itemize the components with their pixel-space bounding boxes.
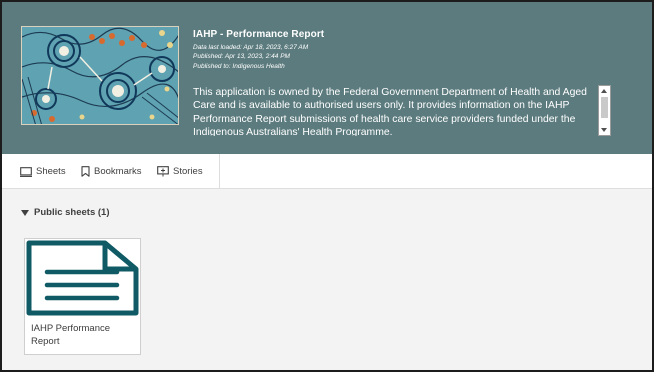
tab-bookmarks-label: Bookmarks bbox=[94, 166, 142, 177]
sheet-card-label: IAHP Performance Report bbox=[31, 323, 111, 347]
description-scrollbar[interactable] bbox=[598, 85, 611, 136]
app-description: This application is owned by the Federal… bbox=[193, 87, 587, 136]
aboriginal-art-thumbnail-image bbox=[22, 27, 178, 124]
published-to: Published to: Indigenous Health bbox=[193, 62, 285, 70]
stories-icon bbox=[157, 166, 169, 177]
scroll-down-icon[interactable] bbox=[601, 128, 607, 132]
tab-sheets-label: Sheets bbox=[36, 166, 66, 177]
app-header: IAHP - Performance Report Data last load… bbox=[2, 2, 652, 154]
bookmark-icon bbox=[81, 166, 90, 177]
tab-bookmarks[interactable]: Bookmarks bbox=[81, 154, 142, 189]
scrollbar-thumb[interactable] bbox=[601, 97, 608, 118]
data-last-loaded: Data last loaded: Apr 18, 2023, 6:27 AM bbox=[193, 44, 309, 51]
app-meta: IAHP - Performance Report Data last load… bbox=[193, 29, 605, 71]
caret-down-icon[interactable] bbox=[21, 209, 29, 216]
published-date: Published: Apr 13, 2023, 2:44 PM bbox=[193, 53, 290, 61]
sheets-icon bbox=[20, 166, 32, 177]
asset-tabs-toolbar: Sheets Bookmarks Stories bbox=[2, 154, 652, 189]
scroll-up-icon[interactable] bbox=[601, 89, 607, 93]
app-window: IAHP - Performance Report Data last load… bbox=[0, 0, 654, 372]
tab-stories[interactable]: Stories bbox=[157, 154, 203, 189]
sheet-document-icon bbox=[26, 240, 139, 316]
tab-sheets[interactable]: Sheets bbox=[20, 154, 66, 189]
public-sheets-title: Public sheets (1) bbox=[34, 207, 110, 218]
app-thumbnail bbox=[21, 26, 179, 125]
tab-stories-label: Stories bbox=[173, 166, 203, 177]
toolbar-divider bbox=[219, 154, 220, 189]
app-description-container[interactable]: This application is owned by the Federal… bbox=[193, 86, 613, 136]
public-sheets-header[interactable]: Public sheets (1) bbox=[21, 207, 110, 218]
sheet-card[interactable]: IAHP Performance Report bbox=[24, 238, 141, 355]
app-title: IAHP - Performance Report bbox=[193, 29, 325, 40]
